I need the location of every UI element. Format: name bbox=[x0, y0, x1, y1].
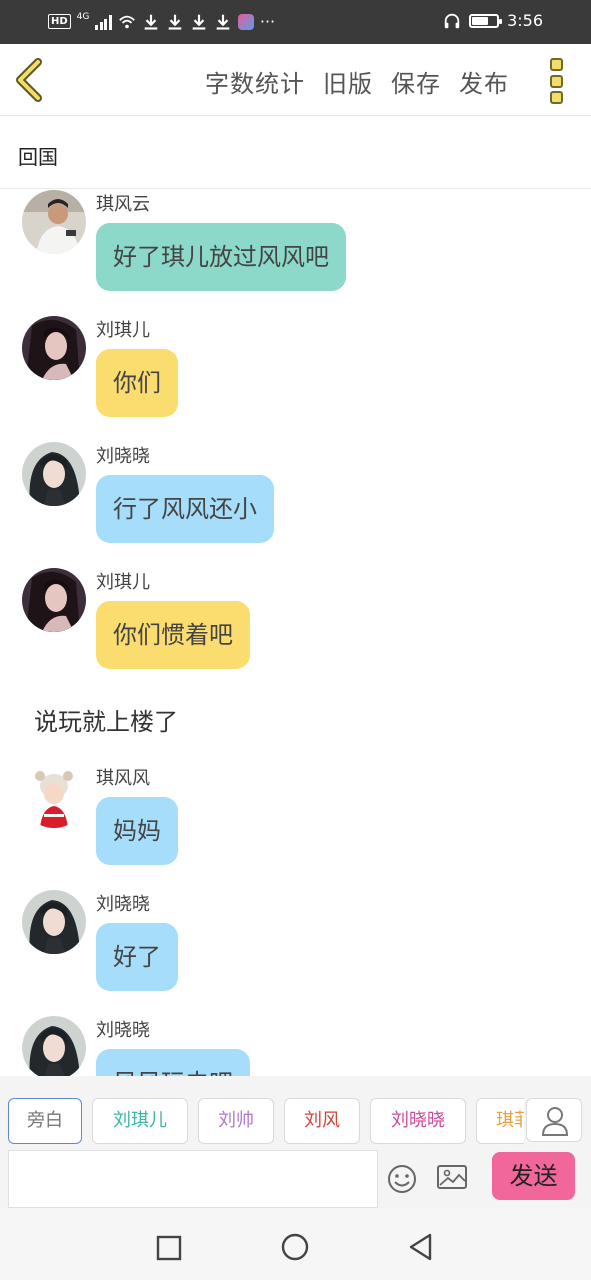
recents-square-icon[interactable] bbox=[155, 1234, 183, 1262]
message-input[interactable] bbox=[8, 1150, 378, 1208]
speaker-name: 刘琪儿 bbox=[96, 572, 150, 593]
avatar[interactable] bbox=[22, 442, 86, 506]
editor-toolbar: 字数统计 旧版 保存 发布 bbox=[0, 44, 591, 116]
role-chip[interactable]: 刘风 bbox=[284, 1098, 360, 1144]
role-chip[interactable]: 旁白 bbox=[8, 1098, 82, 1144]
headphones-icon bbox=[444, 13, 460, 28]
message-bubble[interactable]: 风风玩去吧 bbox=[96, 1049, 250, 1076]
message-bubble[interactable]: 你们 bbox=[96, 349, 178, 417]
message-bubble[interactable]: 行了风风还小 bbox=[96, 475, 274, 543]
image-icon bbox=[437, 1165, 467, 1189]
avatar[interactable] bbox=[22, 890, 86, 954]
download-icon bbox=[216, 14, 230, 30]
person-icon bbox=[541, 1107, 569, 1136]
chat-message[interactable]: 刘晓晓 行了风风还小 bbox=[0, 442, 591, 552]
download-icon bbox=[144, 14, 158, 30]
speaker-name: 刘琪儿 bbox=[96, 320, 150, 341]
chat-message[interactable]: 刘琪儿 你们 bbox=[0, 316, 591, 426]
send-button[interactable]: 发送 bbox=[492, 1152, 575, 1200]
character-manager-button[interactable] bbox=[526, 1098, 582, 1142]
role-chip[interactable]: 刘帅 bbox=[198, 1098, 274, 1144]
app-notification-icon bbox=[237, 13, 254, 30]
message-bubble[interactable]: 妈妈 bbox=[96, 797, 178, 865]
chat-message[interactable]: 琪风风 妈妈 bbox=[0, 764, 591, 874]
menu-dot-icon bbox=[550, 58, 563, 71]
back-triangle-icon[interactable] bbox=[406, 1232, 436, 1262]
battery-icon bbox=[469, 13, 503, 28]
word-count-button[interactable]: 字数统计 bbox=[205, 64, 305, 99]
old-version-button[interactable]: 旧版 bbox=[323, 64, 373, 99]
back-button[interactable] bbox=[12, 58, 52, 102]
speaker-name: 刘晓晓 bbox=[96, 894, 150, 915]
clock: 3:56 bbox=[507, 11, 543, 30]
avatar[interactable] bbox=[22, 316, 86, 380]
speaker-name: 刘晓晓 bbox=[96, 446, 150, 467]
chapter-title: 回国 bbox=[18, 145, 58, 169]
chat-message[interactable]: 刘晓晓风风玩去吧 bbox=[0, 1016, 591, 1076]
message-bubble[interactable]: 你们惯着吧 bbox=[96, 601, 250, 669]
narration-text[interactable]: 说玩就上楼了 bbox=[34, 702, 178, 737]
app-screen: HD 4G ··· 3:56 字数统计 旧版 保存 发布 回国 琪风云 好了琪儿… bbox=[0, 0, 591, 1280]
avatar[interactable] bbox=[22, 568, 86, 632]
menu-dot-icon bbox=[550, 74, 563, 88]
avatar[interactable] bbox=[22, 1016, 86, 1076]
menu-dot-icon bbox=[550, 91, 563, 104]
chevron-left-icon bbox=[16, 58, 42, 102]
download-icon bbox=[192, 14, 206, 30]
role-chip[interactable]: 刘琪儿 bbox=[92, 1098, 188, 1144]
more-menu-button[interactable] bbox=[550, 58, 566, 104]
system-nav-bar bbox=[0, 1208, 591, 1280]
insert-image-button[interactable] bbox=[436, 1163, 468, 1191]
network-type: 4G bbox=[76, 11, 90, 22]
message-bubble[interactable]: 好了琪儿放过风风吧 bbox=[96, 223, 346, 291]
role-chip[interactable]: 琪菲 bbox=[476, 1098, 524, 1144]
wifi-icon bbox=[119, 15, 135, 28]
status-right: 3:56 bbox=[443, 11, 543, 30]
speaker-name: 刘晓晓 bbox=[96, 1020, 150, 1041]
chapter-title-row[interactable]: 回国 bbox=[0, 117, 591, 189]
status-left: HD 4G ··· bbox=[48, 12, 275, 31]
publish-button[interactable]: 发布 bbox=[459, 64, 509, 99]
toolbar-actions: 字数统计 旧版 保存 发布 bbox=[205, 64, 509, 99]
chat-area[interactable]: 琪风云 好了琪儿放过风风吧 刘琪儿 你们 刘晓晓 行了风风还小 刘琪儿 你们惯着吧 说玩就上楼了… bbox=[0, 190, 591, 1076]
more-notifications: ··· bbox=[259, 12, 276, 31]
avatar[interactable] bbox=[22, 764, 86, 828]
composer-row: 发送 bbox=[0, 1148, 591, 1208]
role-selector-bar: 旁白 刘琪儿 刘帅 刘风 刘晓晓 琪菲 bbox=[0, 1076, 591, 1148]
speaker-name: 琪风云 bbox=[96, 194, 150, 215]
chat-message[interactable]: 刘琪儿 你们惯着吧 bbox=[0, 568, 591, 678]
chat-message[interactable]: 刘晓晓 好了 bbox=[0, 890, 591, 1000]
save-button[interactable]: 保存 bbox=[391, 64, 441, 99]
role-chip[interactable]: 刘晓晓 bbox=[370, 1098, 466, 1144]
home-circle-icon[interactable] bbox=[280, 1232, 310, 1262]
emoji-button[interactable] bbox=[386, 1163, 418, 1195]
smiley-icon bbox=[388, 1165, 416, 1193]
hd-badge: HD bbox=[48, 14, 71, 29]
message-bubble[interactable]: 好了 bbox=[96, 923, 178, 991]
status-bar: HD 4G ··· 3:56 bbox=[0, 0, 591, 44]
avatar[interactable] bbox=[22, 190, 86, 254]
chat-message[interactable]: 琪风云好了琪儿放过风风吧 bbox=[0, 190, 591, 300]
speaker-name: 琪风风 bbox=[96, 768, 150, 789]
role-list[interactable]: 旁白 刘琪儿 刘帅 刘风 刘晓晓 琪菲 bbox=[8, 1098, 524, 1146]
download-icon bbox=[168, 14, 182, 30]
signal-icon bbox=[95, 14, 112, 30]
